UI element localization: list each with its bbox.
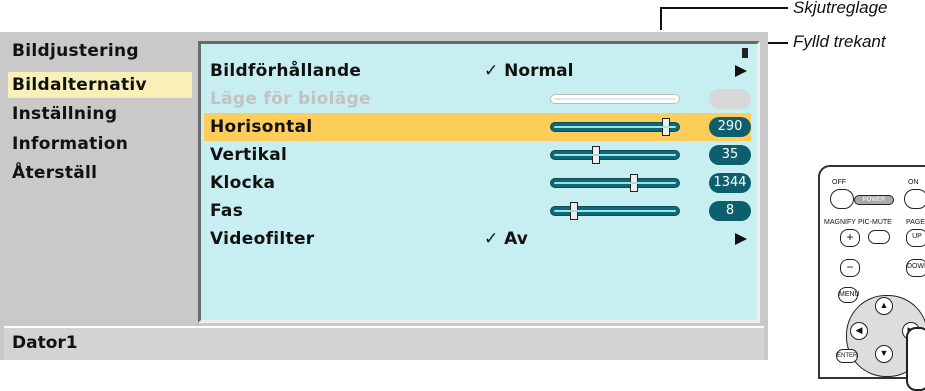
triangle-callout-label: Fylld trekant <box>793 32 886 51</box>
row-horisontal[interactable]: Horisontal 290 <box>204 113 751 141</box>
dpad-left-icon: ◀ <box>850 322 868 340</box>
enter-button: ENTER <box>836 349 858 363</box>
page-down-button: DOWN <box>906 259 925 277</box>
finger-icon <box>906 327 925 391</box>
row-label: Läge för bioläge <box>210 89 371 109</box>
row-label: Vertikal <box>210 145 288 165</box>
input-source-label: Dator1 <box>12 333 78 353</box>
menu-item-bildjustering[interactable]: Bildjustering <box>8 38 192 64</box>
row-label: Bildförhållande <box>210 61 362 81</box>
picmute-button <box>868 230 890 244</box>
slider-callout-label: Skjutreglage <box>793 0 888 17</box>
settings-panel: Bildförhållande ✓ Normal Läge för bioläg… <box>198 41 760 323</box>
row-bildforhallande[interactable]: Bildförhållande ✓ Normal <box>204 57 751 85</box>
row-label: Fas <box>210 201 244 221</box>
slider-track <box>550 94 680 104</box>
remote-control-illustration: OFF ON POWER MAGNIFY PIC-MUTE PAGE + UP … <box>818 165 925 391</box>
slider-track[interactable] <box>550 118 680 136</box>
value-badge: 8 <box>709 201 751 221</box>
slider-knob[interactable] <box>591 146 600 164</box>
on-label: ON <box>908 179 919 186</box>
slider-knob[interactable] <box>630 174 639 192</box>
row-klocka[interactable]: Klocka 1344 <box>204 169 751 197</box>
submenu-arrow-icon[interactable] <box>735 233 747 245</box>
slider-callout-line-h <box>660 7 788 9</box>
menu-button: MENU <box>838 287 860 303</box>
slider-track[interactable] <box>550 174 680 192</box>
menu-item-bildalternativ[interactable]: Bildalternativ <box>8 72 192 98</box>
dpad-up-icon: ▲ <box>875 297 893 315</box>
magnify-label: MAGNIFY <box>824 219 856 226</box>
row-label: Klocka <box>210 173 276 193</box>
page-up-button: UP <box>906 229 925 247</box>
value-badge: 35 <box>709 145 751 165</box>
row-videofilter[interactable]: Videofilter ✓ Av <box>204 225 751 253</box>
slider-knob[interactable] <box>662 118 671 136</box>
page-label: PAGE <box>906 219 925 226</box>
magnify-plus-button: + <box>840 229 860 247</box>
row-fas[interactable]: Fas 8 <box>204 197 751 225</box>
value-badge: 1344 <box>709 173 751 193</box>
power-off-button <box>830 189 854 209</box>
submenu-arrow-icon[interactable] <box>735 65 747 77</box>
off-label: OFF <box>832 179 846 186</box>
magnify-minus-button: − <box>840 259 860 277</box>
slider-knob[interactable] <box>570 202 579 220</box>
status-bar: Dator1 <box>4 326 764 360</box>
picmute-label: PIC-MUTE <box>858 219 892 226</box>
row-label: Horisontal <box>210 117 313 137</box>
power-on-button <box>904 189 925 209</box>
row-value: ✓ Normal <box>484 61 574 81</box>
scroll-indicator-icon <box>742 48 748 58</box>
row-label: Videofilter <box>210 229 315 249</box>
osd-top-edge <box>0 30 768 32</box>
row-value: ✓ Av <box>484 229 528 249</box>
row-lage-for-biolage: Läge för bioläge <box>204 85 751 113</box>
menu-item-information[interactable]: Information <box>8 131 192 157</box>
value-badge <box>709 89 751 109</box>
value-badge: 290 <box>709 117 751 137</box>
power-label: POWER <box>854 195 894 205</box>
slider-track[interactable] <box>550 146 680 164</box>
slider-track[interactable] <box>550 202 680 220</box>
menu-item-installning[interactable]: Inställning <box>8 101 192 127</box>
dpad-down-icon: ▼ <box>875 345 893 363</box>
row-vertikal[interactable]: Vertikal 35 <box>204 141 751 169</box>
menu-item-aterstall[interactable]: Återställ <box>8 160 192 186</box>
